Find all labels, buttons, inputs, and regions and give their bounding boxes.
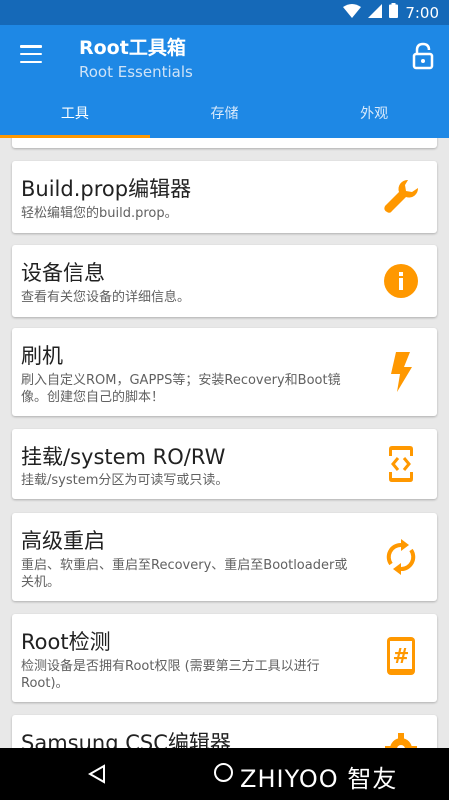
card-desc: 重启、软重启、重启至Recovery、重启至Bootloader或关机。 (21, 558, 348, 590)
tools-list: Build.prop编辑器 轻松编辑您的build.prop。 设备信息 查看有… (0, 138, 449, 748)
card-desc: 检测设备是否拥有Root权限 (需要第三方工具以进行Root)。 (21, 659, 320, 691)
card-flash[interactable]: 刷机 刷入自定义ROM，GAPPS等；安装Recovery和Boot镜像。创建您… (12, 328, 437, 416)
gear-icon (381, 729, 421, 748)
flash-icon (381, 352, 421, 392)
reboot-icon (381, 537, 421, 577)
root-check-icon: # (381, 636, 421, 676)
watermark: ZHIYOO 智友 (240, 765, 398, 793)
home-icon[interactable] (214, 763, 233, 782)
card-partial[interactable] (12, 138, 437, 148)
tab-tools[interactable]: 工具 (0, 101, 150, 138)
app-title: Root工具箱 (79, 37, 186, 59)
card-title: Root检测 (21, 630, 111, 654)
card-desc: 刷入自定义ROM，GAPPS等；安装Recovery和Boot镜像。创建您自己的… (21, 373, 341, 405)
card-device-info[interactable]: 设备信息 查看有关您设备的详细信息。 (12, 245, 437, 317)
signal-icon (368, 3, 383, 22)
status-time: 7:00 (405, 3, 439, 22)
card-title: 高级重启 (21, 529, 105, 553)
battery-icon (389, 3, 399, 22)
card-desc: 挂载/system分区为可读写或只读。 (21, 473, 229, 488)
app-subtitle: Root Essentials (79, 63, 193, 81)
card-samsung-csc-editor[interactable]: Samsung CSC编辑器 (12, 715, 437, 748)
lock-icon[interactable] (411, 42, 435, 70)
app-bar: Root工具箱 Root Essentials 工具 存储 外观 (0, 25, 449, 138)
back-icon[interactable] (87, 764, 106, 788)
card-root-check[interactable]: Root检测 检测设备是否拥有Root权限 (需要第三方工具以进行Root)。 … (12, 614, 437, 702)
card-desc: 查看有关您设备的详细信息。 (21, 290, 191, 305)
navigation-bar: ZHIYOO 智友 (0, 748, 449, 800)
tab-bar: 工具 存储 外观 (0, 101, 449, 138)
status-bar: 7:00 (0, 0, 449, 25)
card-mount-system[interactable]: 挂载/system RO/RW 挂载/system分区为可读写或只读。 (12, 429, 437, 499)
card-desc: 轻松编辑您的build.prop。 (21, 206, 178, 221)
menu-icon[interactable] (20, 45, 42, 63)
wifi-icon (343, 3, 362, 22)
svg-text:#: # (393, 644, 410, 668)
info-icon (381, 261, 421, 301)
card-title: Build.prop编辑器 (21, 177, 192, 201)
mount-icon (381, 444, 421, 484)
card-title: 挂载/system RO/RW (21, 445, 226, 469)
tab-appearance[interactable]: 外观 (299, 101, 449, 138)
card-title: Samsung CSC编辑器 (21, 731, 231, 748)
card-advanced-reboot[interactable]: 高级重启 重启、软重启、重启至Recovery、重启至Bootloader或关机… (12, 513, 437, 601)
tab-storage[interactable]: 存储 (150, 101, 300, 138)
card-title: 设备信息 (21, 261, 105, 285)
card-build-prop-editor[interactable]: Build.prop编辑器 轻松编辑您的build.prop。 (12, 161, 437, 233)
card-title: 刷机 (21, 344, 63, 368)
wrench-icon (381, 177, 421, 217)
